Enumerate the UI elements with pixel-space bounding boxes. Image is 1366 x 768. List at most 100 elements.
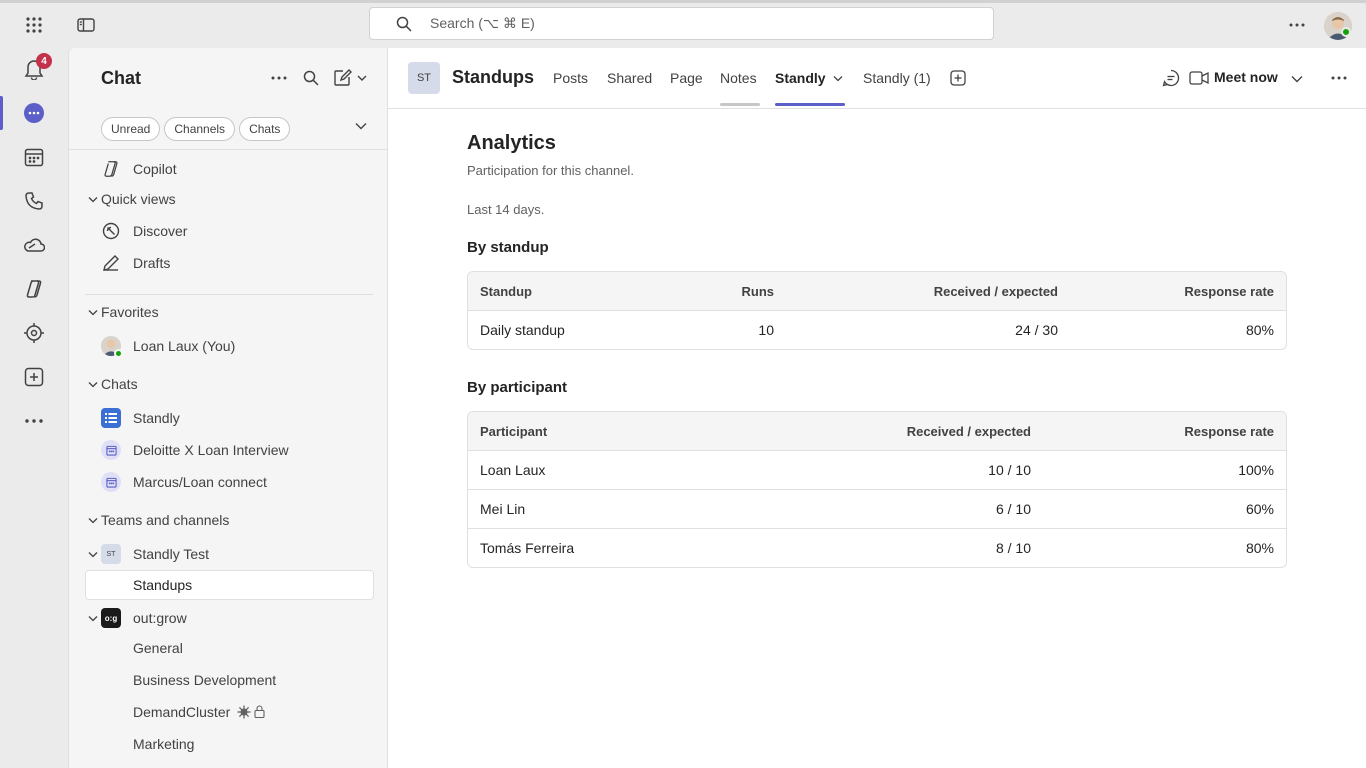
sidebar-item-copilot[interactable]: Copilot	[69, 154, 387, 184]
by-standup-heading: By standup	[467, 239, 549, 256]
sidebar-item-meeting-chat[interactable]: Marcus/Loan connect	[69, 467, 387, 497]
section-teams-and-channels[interactable]: Teams and channels	[69, 505, 387, 535]
filters-expand-chevron-down-icon[interactable]	[355, 122, 367, 130]
channel-title: Standups	[452, 67, 535, 87]
tab-standly-1[interactable]: Standly (1)	[863, 70, 931, 86]
by-standup-table: Standup Runs Received / expected Respons…	[467, 271, 1287, 350]
tab-chevron-down-icon[interactable]	[833, 75, 843, 82]
chat-icon[interactable]	[20, 99, 48, 127]
calls-phone-icon[interactable]	[20, 187, 48, 215]
sidebar-item-channel-marketing[interactable]: Marketing	[69, 729, 387, 759]
tab-page[interactable]: Page	[670, 70, 703, 86]
sidebar-title: Chat	[101, 68, 141, 88]
sidebar-item-label: Standly Test	[133, 546, 210, 562]
video-camera-icon[interactable]	[1189, 68, 1209, 88]
table-cell: Tomás Ferreira	[480, 540, 575, 556]
sidebar-search-icon[interactable]	[301, 68, 321, 88]
apps-gear-icon[interactable]	[20, 319, 48, 347]
chevron-down-icon	[88, 381, 98, 388]
analytics-subtitle: Participation for this channel.	[467, 163, 634, 178]
filter-unread[interactable]: Unread	[101, 117, 161, 141]
sidebar-item-discover[interactable]: Discover	[69, 216, 387, 246]
add-app-icon[interactable]	[20, 363, 48, 391]
sidebar-item-channel-general[interactable]: General	[69, 633, 387, 663]
onedrive-cloud-icon[interactable]	[20, 231, 48, 259]
sidebar-item-channel-standups[interactable]: Standups	[85, 570, 374, 600]
sidebar-item-label: Business Development	[133, 672, 277, 688]
table-row: Mei Lin 6 / 10 60%	[468, 489, 1286, 528]
table-header-row: Participant Received / expected Response…	[468, 412, 1286, 450]
meeting-calendar-icon	[101, 472, 121, 492]
private-lock-icon	[254, 705, 265, 718]
table-cell: Loan Laux	[480, 462, 546, 478]
table-row: Loan Laux 10 / 10 100%	[468, 450, 1286, 489]
copilot-icon[interactable]	[20, 275, 48, 303]
sidebar-item-loan-laux[interactable]: Loan Laux (You)	[69, 331, 387, 361]
column-header: Response rate	[1184, 423, 1274, 439]
more-apps-icon[interactable]	[20, 407, 48, 435]
sidebar-item-drafts[interactable]: Drafts	[69, 248, 387, 278]
table-row: Daily standup 10 24 / 30 80%	[468, 310, 1286, 349]
tab-posts[interactable]: Posts	[553, 70, 588, 86]
app-launcher-icon[interactable]	[20, 11, 48, 39]
meet-now-button[interactable]: Meet now	[1214, 69, 1278, 85]
sidebar-item-standly[interactable]: Standly	[69, 403, 387, 433]
chat-sidebar: Chat Unread Channels Chats Copilot Quick…	[68, 48, 388, 768]
sidebar-item-meeting-chat[interactable]: Deloitte X Loan Interview	[69, 435, 387, 465]
team-avatar: o:g	[101, 608, 121, 628]
section-favorites[interactable]: Favorites	[69, 297, 387, 327]
meet-chevron-down-icon[interactable]	[1291, 75, 1303, 83]
discover-compass-icon	[101, 221, 121, 241]
meeting-calendar-icon	[101, 440, 121, 460]
conversation-chat-icon[interactable]	[1161, 68, 1181, 88]
drafts-pen-icon	[101, 253, 121, 273]
by-participant-table: Participant Received / expected Response…	[467, 411, 1287, 568]
table-cell: 6 / 10	[995, 501, 1031, 517]
tab-notes[interactable]: Notes	[720, 70, 757, 86]
toggle-sidebar-icon[interactable]	[72, 11, 100, 39]
tab-standly[interactable]: Standly	[775, 70, 826, 86]
presence-available-icon	[1341, 27, 1351, 37]
sidebar-item-label: Standups	[133, 577, 193, 593]
sidebar-item-team-standly-test[interactable]: ST Standly Test	[69, 539, 387, 569]
column-header: Runs	[741, 283, 775, 299]
column-header: Received / expected	[906, 423, 1031, 439]
search-icon	[396, 16, 412, 32]
sidebar-more-icon[interactable]	[269, 68, 289, 88]
sidebar-item-channel-business-development[interactable]: Business Development	[69, 665, 387, 695]
chevron-down-icon	[88, 551, 98, 558]
chevron-down-icon	[88, 196, 98, 203]
new-chat-compose-icon[interactable]	[333, 68, 369, 88]
sidebar-item-team-outgrow[interactable]: o:g out:grow	[69, 603, 387, 633]
more-options-icon[interactable]	[1283, 11, 1311, 39]
sidebar-item-label: Drafts	[133, 255, 171, 271]
rail-active-indicator	[0, 96, 3, 130]
column-header: Participant	[480, 423, 548, 439]
calendar-icon[interactable]	[20, 143, 48, 171]
tab-shared[interactable]: Shared	[607, 70, 652, 86]
search-input[interactable]: Search (⌥ ⌘ E)	[369, 7, 994, 40]
sidebar-item-label: DemandCluster	[133, 704, 231, 720]
add-tab-icon[interactable]	[948, 68, 968, 88]
channel-main: ST Standups Posts Shared Page Notes Stan…	[388, 48, 1366, 768]
channel-header: ST Standups Posts Shared Page Notes Stan…	[388, 48, 1366, 109]
presence-available-icon	[114, 349, 123, 358]
section-chats[interactable]: Chats	[69, 369, 387, 399]
filter-channels[interactable]: Channels	[164, 117, 236, 141]
chevron-down-icon	[88, 615, 98, 622]
channel-avatar: ST	[408, 62, 440, 94]
by-participant-heading: By participant	[467, 379, 568, 396]
channel-more-options-icon[interactable]	[1329, 68, 1349, 88]
top-bar: Search (⌥ ⌘ E)	[0, 3, 1366, 48]
sidebar-item-label: Discover	[133, 223, 188, 239]
sidebar-item-channel-demandcluster[interactable]: DemandCluster	[69, 697, 387, 727]
chevron-down-icon	[88, 309, 98, 316]
search-placeholder: Search (⌥ ⌘ E)	[430, 15, 535, 31]
section-quick-views[interactable]: Quick views	[69, 184, 387, 214]
section-label: Chats	[101, 376, 138, 392]
table-cell: 80%	[1245, 322, 1274, 338]
section-label: Quick views	[101, 191, 176, 207]
tab-active-indicator	[775, 103, 845, 106]
table-cell: Daily standup	[480, 322, 565, 338]
filter-chats[interactable]: Chats	[239, 117, 291, 141]
